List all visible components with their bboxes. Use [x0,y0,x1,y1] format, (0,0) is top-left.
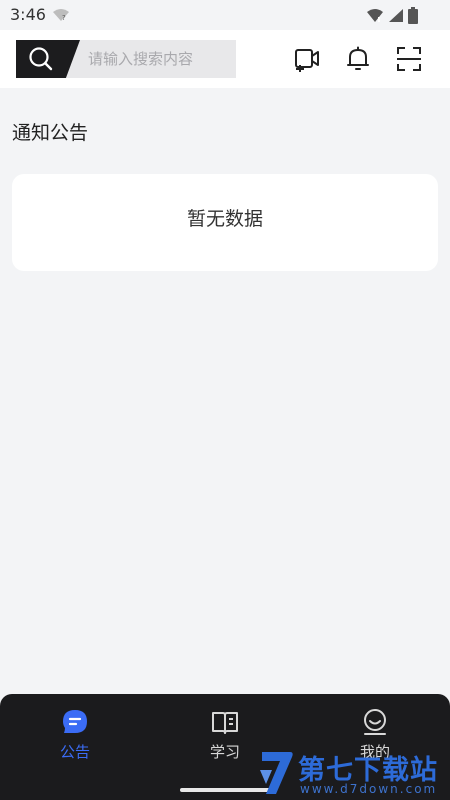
signal-icon [389,9,403,22]
watermark: 第七下载站 www.d7down.com [252,746,448,800]
search-input[interactable] [88,40,228,78]
scan-icon[interactable] [396,46,422,72]
empty-state-text: 暂无数据 [186,208,263,230]
nav-item-announcement[interactable]: 公告 [35,708,115,764]
section-title: 通知公告 [12,122,89,144]
nav-label-announcement: 公告 [59,743,90,761]
svg-text:?: ? [62,14,66,22]
status-icons [366,7,418,24]
search-bar[interactable] [16,40,236,78]
profile-icon [364,709,386,735]
watermark-logo-icon [260,752,293,794]
top-header [0,30,450,88]
watermark-url: www.d7down.com [300,782,438,796]
book-icon [212,712,238,734]
battery-icon [408,7,418,24]
notice-list-card: 暂无数据 [12,174,438,271]
status-bar: 3:46 ? [0,0,450,30]
wifi-icon [367,9,383,22]
wifi-unknown-icon: ? [53,9,69,22]
bell-icon[interactable] [345,46,371,72]
video-call-icon[interactable] [294,46,320,72]
app-screen: 3:46 ? 请输入搜索内容 通知公告 暂无数据 公告 学习 我的 第七下载站 … [0,0,450,800]
announcement-icon [63,710,87,733]
status-time: 3:46 [10,5,46,24]
search-icon[interactable] [28,46,54,72]
